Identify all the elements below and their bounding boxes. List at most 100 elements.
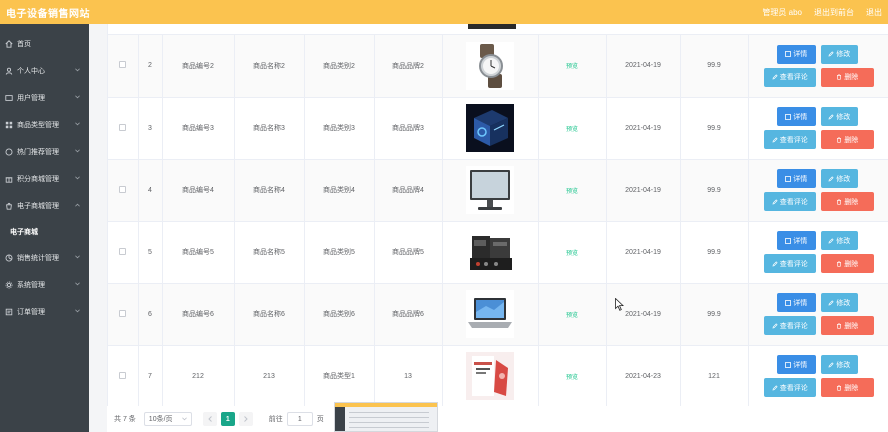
row-index: 4 bbox=[138, 159, 163, 222]
row-index: 5 bbox=[138, 221, 163, 284]
delete-button[interactable]: 删除 bbox=[820, 67, 874, 87]
delete-button[interactable]: 删除 bbox=[820, 254, 874, 273]
product-type: 商品类别5 bbox=[304, 221, 375, 284]
back-to-frontend-link[interactable]: 退出到前台 bbox=[814, 7, 854, 18]
prev-page-button[interactable] bbox=[202, 412, 217, 426]
goto-page-input[interactable]: 1 bbox=[286, 412, 313, 426]
table-row: 7 212 213 商品类型1 13 预览 2021-04-23 121 详情 … bbox=[108, 345, 888, 406]
edit-button[interactable]: 修改 bbox=[820, 169, 858, 188]
app-title: 电子设备销售网站 bbox=[6, 8, 90, 20]
delete-button[interactable]: 删除 bbox=[820, 378, 874, 397]
row-checkbox[interactable] bbox=[119, 123, 127, 131]
preview-link[interactable]: 预览 bbox=[566, 375, 578, 381]
sidebar-item-label: 用户管理 bbox=[17, 94, 45, 102]
row-checkbox[interactable] bbox=[119, 371, 127, 379]
pagination: 共 7 条 10条/页 1 前往 1 页 bbox=[107, 406, 888, 432]
sidebar-item-label: 积分商城管理 bbox=[17, 175, 59, 183]
detail-button[interactable]: 详情 bbox=[776, 231, 816, 250]
page-number-current[interactable]: 1 bbox=[220, 412, 235, 426]
sidebar-item-user-management[interactable]: 用户管理 bbox=[0, 84, 89, 111]
view-reviews-button[interactable]: 查看评论 bbox=[763, 378, 816, 397]
edit-button[interactable]: 修改 bbox=[820, 231, 858, 250]
view-reviews-button[interactable]: 查看评论 bbox=[763, 130, 816, 149]
product-price: 99.9 bbox=[680, 97, 749, 160]
view-reviews-button[interactable]: 查看评论 bbox=[763, 316, 816, 335]
row-checkbox[interactable] bbox=[119, 185, 127, 193]
product-price: 99.9 bbox=[680, 35, 749, 98]
sidebar-item-points-mall[interactable]: 积分商城管理 bbox=[0, 165, 89, 192]
product-type: 商品类别6 bbox=[304, 283, 375, 346]
next-page-button[interactable] bbox=[238, 412, 253, 426]
chart-icon bbox=[5, 254, 13, 262]
detail-button[interactable]: 详情 bbox=[776, 44, 816, 64]
product-image-pc-case[interactable] bbox=[466, 104, 514, 152]
edit-icon bbox=[772, 260, 778, 266]
chevron-down-icon bbox=[75, 282, 80, 286]
sidebar-item-product-type-management[interactable]: 商品类型管理 bbox=[0, 111, 89, 138]
detail-button[interactable]: 详情 bbox=[776, 107, 816, 126]
view-reviews-button[interactable]: 查看评论 bbox=[763, 254, 816, 273]
trash-icon bbox=[837, 322, 842, 329]
product-image-laptop[interactable] bbox=[466, 290, 514, 338]
edit-button[interactable]: 修改 bbox=[820, 44, 858, 64]
detail-button[interactable]: 详情 bbox=[776, 169, 816, 188]
page-size-select[interactable]: 10条/页 bbox=[143, 412, 192, 426]
delete-button[interactable]: 删除 bbox=[820, 130, 874, 149]
product-image-gift-card[interactable] bbox=[466, 352, 514, 400]
view-reviews-button[interactable]: 查看评论 bbox=[763, 67, 816, 87]
product-table: 2 商品编号2 商品名称2 商品类别2 商品品牌2 预览 2021-04-19 … bbox=[107, 24, 888, 406]
sidebar-item-order-management[interactable]: 订单管理 bbox=[0, 298, 89, 325]
sidebar-item-label: 热门推荐管理 bbox=[17, 148, 59, 156]
screenshot-preview-thumbnail[interactable] bbox=[334, 402, 438, 432]
product-name: 商品名称6 bbox=[234, 283, 305, 346]
edit-button[interactable]: 修改 bbox=[820, 355, 858, 374]
detail-button[interactable]: 详情 bbox=[776, 355, 816, 374]
chevron-down-icon bbox=[75, 68, 80, 72]
chevron-down-icon bbox=[181, 417, 187, 421]
product-brand: 13 bbox=[374, 345, 443, 406]
product-code: 212 bbox=[162, 345, 235, 406]
table-row-partial bbox=[108, 24, 888, 35]
table-row: 6 商品编号6 商品名称6 商品类别6 商品品牌6 预览 2021-04-19 … bbox=[108, 283, 888, 346]
delete-button[interactable]: 删除 bbox=[820, 192, 874, 211]
sidebar-item-electronics-mall-management[interactable]: 电子商城管理 bbox=[0, 192, 89, 219]
sidebar-item-sales-statistics[interactable]: 销售统计管理 bbox=[0, 244, 89, 271]
sidebar-subitem-electronics-mall[interactable]: 电子商城 bbox=[0, 219, 89, 244]
user-icon bbox=[5, 67, 13, 75]
row-index: 2 bbox=[138, 35, 163, 98]
sidebar-item-home[interactable]: 首页 bbox=[0, 30, 89, 57]
row-checkbox[interactable] bbox=[119, 61, 127, 69]
preview-link[interactable]: 预览 bbox=[566, 127, 578, 133]
product-name: 213 bbox=[234, 345, 305, 406]
edit-icon bbox=[772, 322, 778, 328]
product-brand: 商品品牌3 bbox=[374, 97, 443, 160]
detail-button[interactable]: 详情 bbox=[776, 293, 816, 312]
edit-button[interactable]: 修改 bbox=[820, 293, 858, 312]
preview-link[interactable]: 预览 bbox=[566, 313, 578, 319]
goto-page: 前往 1 页 bbox=[269, 412, 324, 426]
logout-link[interactable]: 退出 bbox=[866, 7, 882, 18]
product-image-watch[interactable] bbox=[466, 41, 514, 90]
product-date: 2021-04-19 bbox=[606, 159, 681, 222]
product-image-monitor[interactable] bbox=[466, 166, 514, 214]
row-checkbox[interactable] bbox=[119, 309, 127, 317]
edit-button[interactable]: 修改 bbox=[820, 107, 858, 126]
table-row: 4 商品编号4 商品名称4 商品类别4 商品品牌4 预览 2021-04-19 … bbox=[108, 159, 888, 222]
row-index: 3 bbox=[138, 97, 163, 160]
preview-link[interactable]: 预览 bbox=[566, 189, 578, 195]
goto-suffix: 页 bbox=[316, 416, 324, 423]
product-code: 商品编号6 bbox=[162, 283, 235, 346]
sidebar-item-personal-center[interactable]: 个人中心 bbox=[0, 57, 89, 84]
sidebar-item-system-management[interactable]: 系统管理 bbox=[0, 271, 89, 298]
preview-link[interactable]: 预览 bbox=[566, 251, 578, 257]
delete-button[interactable]: 删除 bbox=[820, 316, 874, 335]
chevron-down-icon bbox=[75, 309, 80, 313]
admin-user-link[interactable]: 管理员 abo bbox=[762, 7, 802, 18]
preview-link[interactable]: 预览 bbox=[566, 64, 578, 70]
row-checkbox[interactable] bbox=[119, 247, 127, 255]
sidebar-item-hot-recommendation[interactable]: 热门推荐管理 bbox=[0, 138, 89, 165]
sidebar-item-label: 个人中心 bbox=[17, 67, 45, 75]
view-reviews-button[interactable]: 查看评论 bbox=[763, 192, 816, 211]
chevron-down-icon bbox=[75, 95, 80, 99]
product-image-audio-mixer[interactable] bbox=[466, 228, 514, 276]
